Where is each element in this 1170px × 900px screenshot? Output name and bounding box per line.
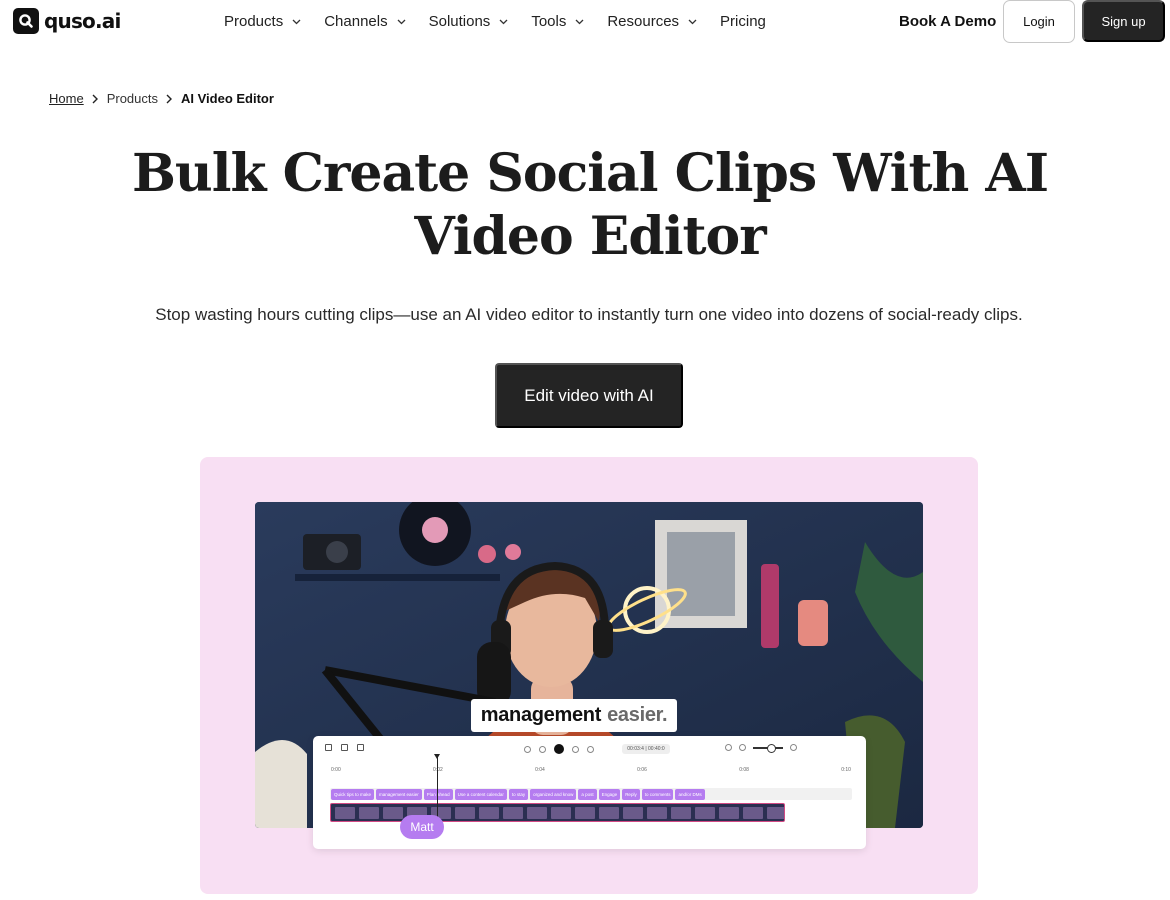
- menu-item-solutions[interactable]: Solutions: [429, 13, 509, 30]
- menu-item-label: Tools: [531, 13, 567, 30]
- caption-clip[interactable]: Reply: [622, 789, 640, 800]
- caption-clip[interactable]: Use a content calendar: [454, 789, 507, 800]
- brand-logo[interactable]: quso.ai: [13, 8, 121, 34]
- redo-icon[interactable]: [739, 744, 746, 751]
- undo-icon[interactable]: [725, 744, 732, 751]
- cut-icon[interactable]: [325, 744, 332, 751]
- timecode-display: 00:03:4 | 00:40:0: [622, 744, 670, 754]
- timeline-ruler: 0:00 0:02 0:04 0:06 0:08 0:10: [331, 767, 851, 775]
- caption-rest: easier.: [607, 704, 668, 726]
- playback-controls: [524, 744, 594, 754]
- page-title: Bulk Create Social Clips With AI Video E…: [131, 143, 1049, 267]
- caption-clip[interactable]: Engage: [598, 789, 621, 800]
- signup-button[interactable]: Sign up: [1082, 0, 1165, 42]
- chevron-down-icon: [292, 19, 301, 25]
- chevron-right-icon: [166, 94, 172, 104]
- zoom-in-icon[interactable]: [790, 744, 797, 751]
- breadcrumb-current: AI Video Editor: [181, 91, 274, 106]
- caption-clip[interactable]: to stay: [508, 789, 529, 800]
- caption-clip[interactable]: organized and know: [530, 789, 577, 800]
- zoom-controls: [725, 743, 797, 753]
- menu-item-label: Products: [224, 13, 284, 30]
- zoom-slider[interactable]: [753, 743, 783, 753]
- caption-clip[interactable]: and/or DMs: [675, 789, 705, 800]
- chevron-down-icon: [499, 19, 508, 25]
- rewind-icon[interactable]: [524, 745, 531, 753]
- caption-highlight: management: [480, 704, 602, 726]
- menu-item-tools[interactable]: Tools: [531, 13, 584, 30]
- breadcrumb: Home Products AI Video Editor: [49, 91, 274, 106]
- chevron-down-icon: [688, 19, 697, 25]
- edit-video-button[interactable]: Edit video with AI: [495, 363, 683, 428]
- top-nav: quso.ai Products Channels Solutions Tool…: [0, 0, 1170, 44]
- logo-mark-icon: [13, 8, 39, 34]
- ruler-tick: 0:04: [535, 767, 545, 773]
- menu-item-channels[interactable]: Channels: [324, 13, 406, 30]
- copy-icon[interactable]: [341, 744, 348, 751]
- caption-clip[interactable]: Quick tips to make: [331, 789, 375, 800]
- chevron-right-icon: [92, 94, 98, 104]
- ruler-tick: 0:08: [739, 767, 749, 773]
- menu-item-label: Channels: [324, 13, 388, 30]
- caption-clip[interactable]: Plan ahead: [423, 789, 453, 800]
- ruler-tick: 0:10: [841, 767, 851, 773]
- skip-back-icon[interactable]: [539, 745, 546, 753]
- video-filmstrip[interactable]: [330, 803, 785, 822]
- menu-item-pricing[interactable]: Pricing: [720, 13, 766, 30]
- menu-item-label: Solutions: [428, 13, 491, 30]
- subtitle-caption: management easier.: [471, 699, 677, 732]
- split-icon[interactable]: [357, 744, 364, 751]
- caption-clip[interactable]: to comments: [641, 789, 674, 800]
- menu-item-label: Pricing: [720, 13, 766, 30]
- play-icon[interactable]: [554, 744, 564, 754]
- speaker-label: Matt: [400, 815, 444, 839]
- menu-item-resources[interactable]: Resources: [607, 13, 697, 30]
- menu-item-label: Resources: [607, 13, 680, 30]
- breadcrumb-home-link[interactable]: Home: [49, 91, 84, 106]
- hero-subtitle: Stop wasting hours cutting clips—use an …: [155, 305, 1023, 324]
- ruler-tick: 0:06: [637, 767, 647, 773]
- breadcrumb-products-link[interactable]: Products: [107, 91, 158, 106]
- login-button[interactable]: Login: [1003, 0, 1075, 43]
- menu-item-products[interactable]: Products: [224, 13, 301, 30]
- timeline-editor: 00:03:4 | 00:40:0 0:00 0:02 0:04 0:06 0:…: [313, 736, 866, 849]
- brand-name: quso.ai: [44, 9, 121, 33]
- main-menu: Products Channels Solutions Tools Resour…: [224, 13, 789, 30]
- caption-clip[interactable]: a post: [578, 789, 597, 800]
- forward-icon[interactable]: [587, 745, 594, 753]
- skip-forward-icon[interactable]: [572, 745, 579, 753]
- ruler-tick: 0:00: [331, 767, 341, 773]
- chevron-down-icon: [397, 19, 406, 25]
- caption-clips: Quick tips to make management easier Pla…: [331, 789, 705, 800]
- timeline-tools: [325, 744, 364, 751]
- caption-clip[interactable]: management easier: [376, 789, 422, 800]
- book-demo-link[interactable]: Book A Demo: [899, 13, 996, 30]
- chevron-down-icon: [575, 19, 584, 25]
